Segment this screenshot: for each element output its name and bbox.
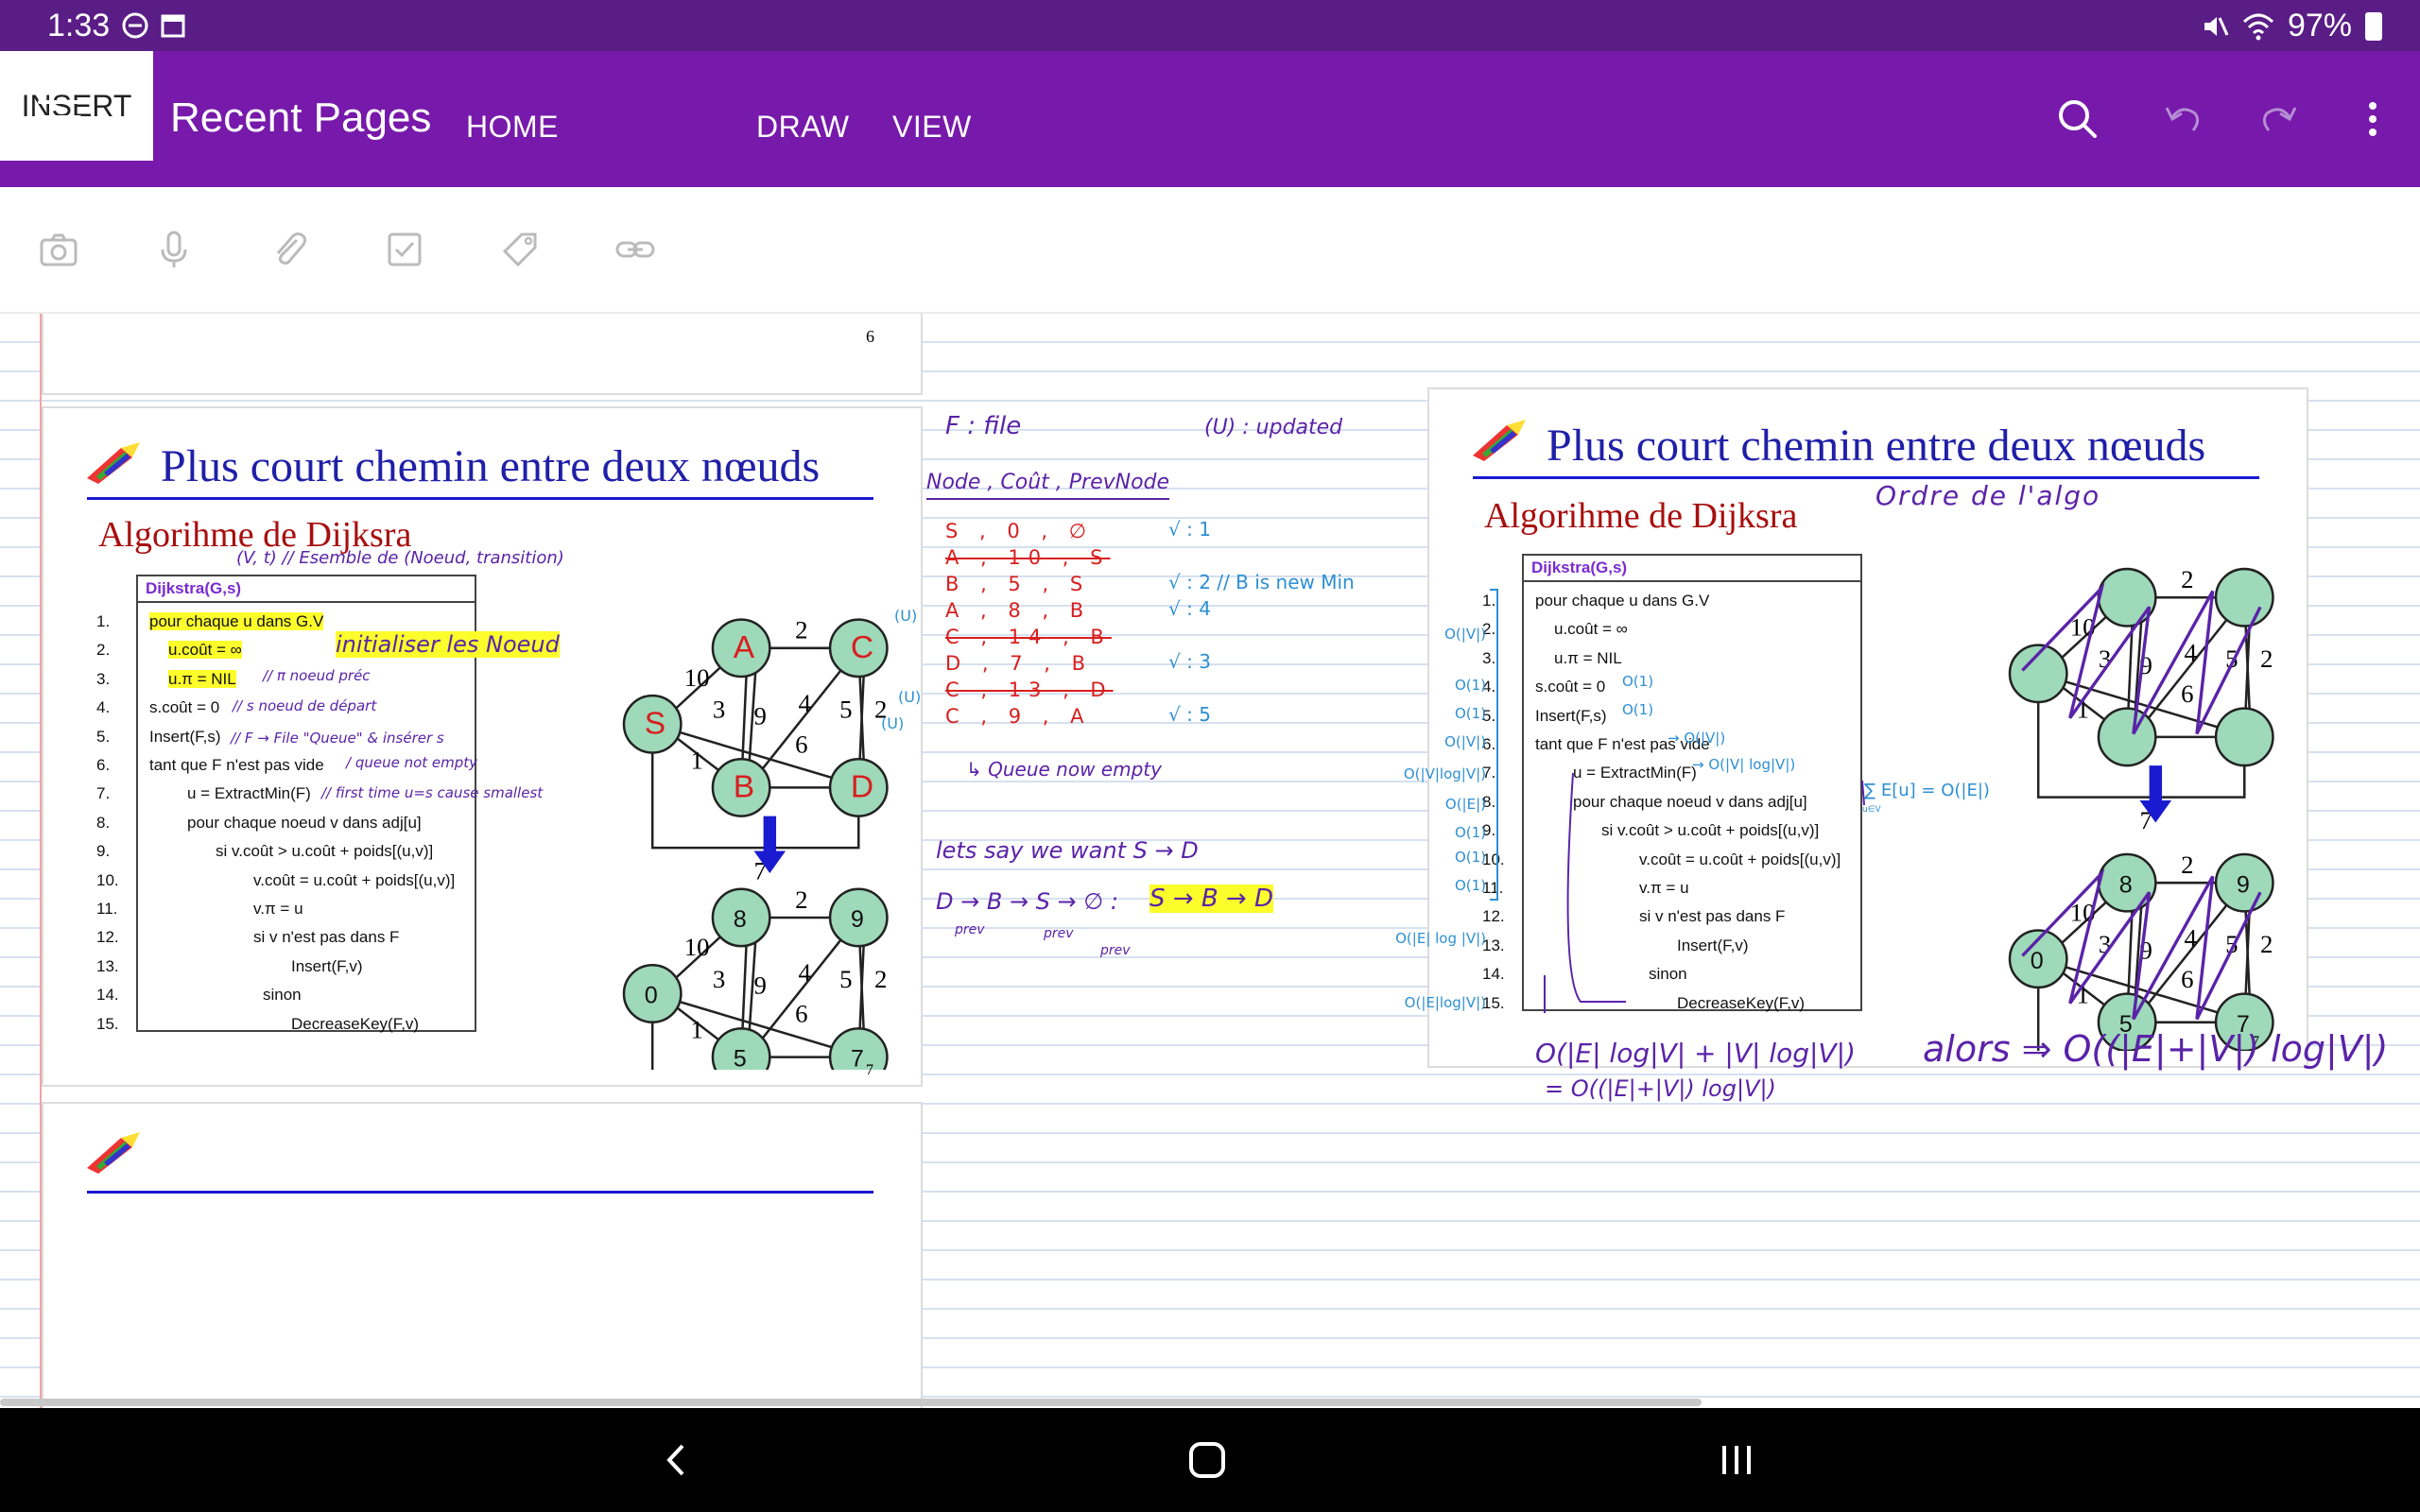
wifi-icon (2242, 13, 2273, 40)
calendar-icon (161, 14, 185, 38)
navigation-bar (0, 1408, 2420, 1512)
tag-icon[interactable] (497, 227, 543, 272)
checkbox-icon[interactable] (382, 227, 427, 272)
note-canvas[interactable]: 6 Plus court chemin entre deux nœuds Alg… (0, 314, 2420, 1408)
ink-strokes (1490, 589, 1865, 1013)
status-time: 1:33 (47, 8, 111, 43)
recents-icon[interactable] (1713, 1436, 1760, 1484)
back-icon[interactable] (652, 1436, 700, 1484)
app-title[interactable]: Recent Pages (170, 94, 431, 142)
mute-icon (2204, 16, 2229, 36)
battery-icon (2365, 11, 2382, 41)
home-icon[interactable] (1184, 1436, 1231, 1484)
horizontal-scrollbar[interactable] (0, 1399, 1702, 1406)
search-icon[interactable] (2051, 93, 2104, 146)
redo-icon[interactable] (2254, 93, 2307, 146)
menu-icon[interactable] (38, 100, 81, 134)
tab-view[interactable]: VIEW (892, 110, 972, 145)
camera-icon[interactable] (36, 227, 81, 272)
do-not-disturb-icon (122, 12, 148, 39)
more-icon[interactable] (2346, 93, 2399, 146)
link-icon[interactable] (613, 227, 658, 272)
undo-icon[interactable] (2155, 93, 2208, 146)
tab-draw[interactable]: DRAW (756, 110, 850, 145)
tab-home[interactable]: HOME (466, 110, 559, 145)
status-right: 97% (2201, 8, 2382, 44)
battery-percent: 97% (2287, 8, 2352, 43)
status-bar: 1:33 97% (0, 0, 2420, 51)
microphone-icon[interactable] (151, 227, 197, 272)
app-bar: Recent Pages HOME INSERT DRAW VIEW (0, 51, 2420, 187)
paperclip-icon[interactable] (267, 227, 312, 272)
insert-ribbon (0, 187, 2420, 314)
